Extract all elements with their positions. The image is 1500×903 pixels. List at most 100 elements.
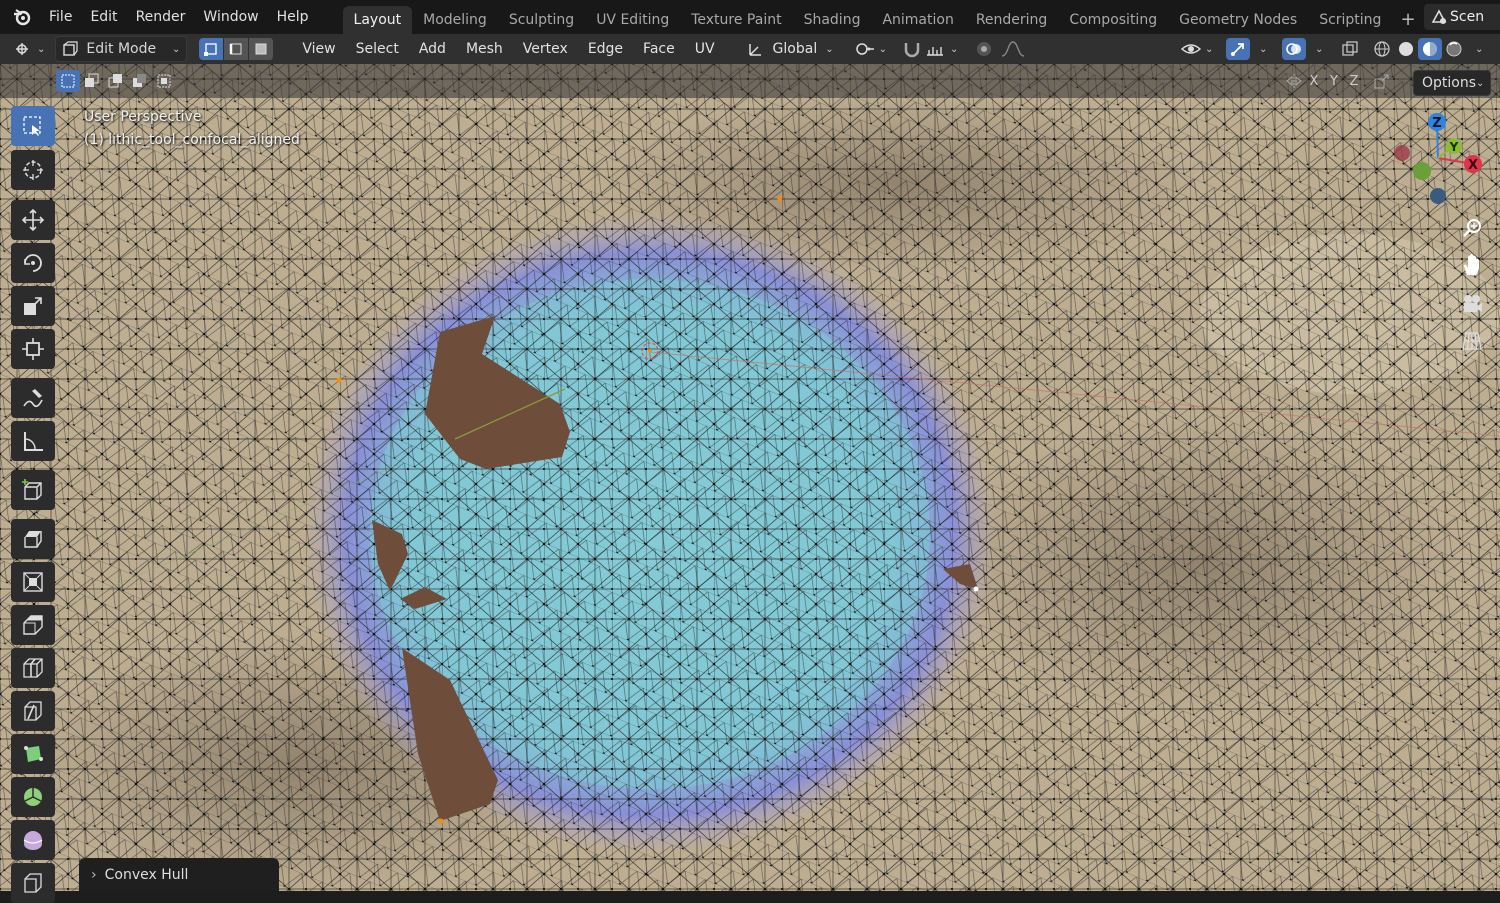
gizmo-toggle[interactable] [1226,38,1250,60]
menu-render[interactable]: Render [127,4,195,30]
orientation-dropdown[interactable]: Global ⌄ [747,37,834,61]
negative-x-axis[interactable] [1394,145,1410,161]
xray-icon [1342,41,1358,56]
chevron-down-icon[interactable]: ⌄ [1259,44,1267,55]
annotate-tool[interactable] [11,378,55,418]
blender-logo-icon[interactable] [12,7,32,27]
tab-layout[interactable]: Layout [342,6,413,34]
editor-type-button[interactable]: ⌄ [14,37,45,61]
inset-faces-tool[interactable] [11,562,55,602]
object-label: (1) lithic_tool_confocal_aligned [84,132,300,148]
menu-file[interactable]: File [40,4,81,30]
tab-compositing[interactable]: Compositing [1058,6,1168,34]
negative-y-axis[interactable] [1413,162,1431,180]
material-shading-button[interactable] [1418,38,1442,60]
tab-rendering[interactable]: Rendering [965,6,1059,34]
camera-view-icon[interactable] [1458,290,1486,318]
options-dropdown[interactable]: Options ⌄ [1413,70,1491,96]
tab-geometry-nodes[interactable]: Geometry Nodes [1168,6,1308,34]
orthographic-grid-icon[interactable] [1458,326,1486,354]
select-mode-group [199,38,275,60]
menu-uv[interactable]: UV [685,41,725,57]
mesh-render[interactable] [0,64,1500,891]
menu-vertex[interactable]: Vertex [513,41,578,57]
zoom-icon[interactable] [1458,214,1486,242]
tab-scripting[interactable]: Scripting [1308,6,1392,34]
workspace-tabs: Layout Modeling Sculpting UV Editing Tex… [342,0,1424,34]
select-new-button[interactable] [56,70,80,92]
tab-uv-editing[interactable]: UV Editing [585,6,680,34]
rendered-shading-button[interactable] [1442,38,1466,60]
scene-selector[interactable]: Scen [1424,4,1500,30]
scale-tool[interactable] [11,286,55,326]
menu-view[interactable]: View [292,41,345,57]
menu-edit[interactable]: Edit [81,4,126,30]
z-axis-label: Z [1432,116,1441,131]
proportional-falloff-dropdown[interactable] [1000,37,1026,61]
transform-tool[interactable] [11,329,55,369]
navigation-gizmo[interactable]: Z Y X [1388,108,1488,212]
measure-tool[interactable] [11,421,55,461]
select-subtract-button[interactable] [104,70,128,92]
menu-edge[interactable]: Edge [578,41,633,57]
snap-increment-icon [927,47,943,56]
cursor-tool[interactable] [11,150,55,190]
select-box-tool[interactable] [11,106,55,146]
overlays-toggle[interactable] [1282,38,1306,60]
smooth-tool[interactable] [11,820,55,860]
vertex-select-button[interactable] [199,38,225,60]
tab-sculpting[interactable]: Sculpting [498,6,585,34]
chevron-down-icon[interactable]: ⌄ [1475,44,1483,55]
pan-hand-icon[interactable] [1458,251,1486,279]
mirror-y-toggle[interactable]: Y [1324,71,1344,91]
edge-slide-tool[interactable] [11,863,55,903]
menu-mesh[interactable]: Mesh [456,41,513,57]
mirror-x-toggle[interactable]: X [1304,71,1324,91]
menu-window[interactable]: Window [194,4,267,30]
visibility-dropdown[interactable]: ⌄ [1180,37,1213,61]
negative-z-axis[interactable] [1430,188,1446,204]
face-select-button[interactable] [249,38,275,60]
chevron-down-icon[interactable]: ⌄ [1315,44,1323,55]
viewport-header: ⌄ Edit Mode ⌄ View Select Add Mesh Verte… [0,34,1500,64]
mode-dropdown[interactable]: Edit Mode ⌄ [55,36,188,62]
bevel-tool[interactable] [11,605,55,645]
3d-viewport[interactable] [0,64,1500,891]
tab-modeling[interactable]: Modeling [412,6,498,34]
y-axis-label: Y [1449,140,1459,154]
select-extend-button[interactable] [80,70,104,92]
wireframe-shading-button[interactable] [1370,38,1394,60]
solid-shading-button[interactable] [1394,38,1418,60]
move-tool[interactable] [11,200,55,240]
menu-face[interactable]: Face [633,41,685,57]
select-invert-button[interactable] [128,70,152,92]
menu-add[interactable]: Add [409,41,456,57]
menu-help[interactable]: Help [268,4,318,30]
menu-select[interactable]: Select [346,41,409,57]
select-intersect-button[interactable] [152,70,176,92]
tab-animation[interactable]: Animation [871,6,964,34]
pivot-icon [855,43,874,55]
last-operator-panel[interactable]: › Convex Hull [79,858,279,891]
snap-target-dropdown[interactable]: ⌄ [925,37,958,61]
tab-shading[interactable]: Shading [793,6,872,34]
spin-tool[interactable] [11,777,55,817]
proportional-edit-toggle[interactable] [974,37,994,61]
rotate-tool[interactable] [11,243,55,283]
falloff-curve-icon [1002,41,1025,57]
top-bar: File Edit Render Window Help Layout Mode… [0,0,1500,34]
add-workspace-button[interactable]: + [1392,6,1423,34]
edge-select-button[interactable] [224,38,250,60]
pivot-dropdown[interactable]: ⌄ [854,37,887,61]
extrude-tool[interactable] [11,519,55,559]
mirror-z-toggle[interactable]: Z [1344,71,1364,91]
poly-build-tool[interactable] [11,734,55,774]
snap-toggle[interactable] [901,37,923,61]
add-cube-tool[interactable] [11,470,55,510]
operator-name: Convex Hull [104,866,189,883]
loop-cut-tool[interactable] [11,648,55,688]
knife-tool[interactable] [11,691,55,731]
auto-merge-icon[interactable] [1372,71,1392,91]
tab-texture-paint[interactable]: Texture Paint [680,6,792,34]
xray-toggle[interactable] [1338,38,1362,60]
